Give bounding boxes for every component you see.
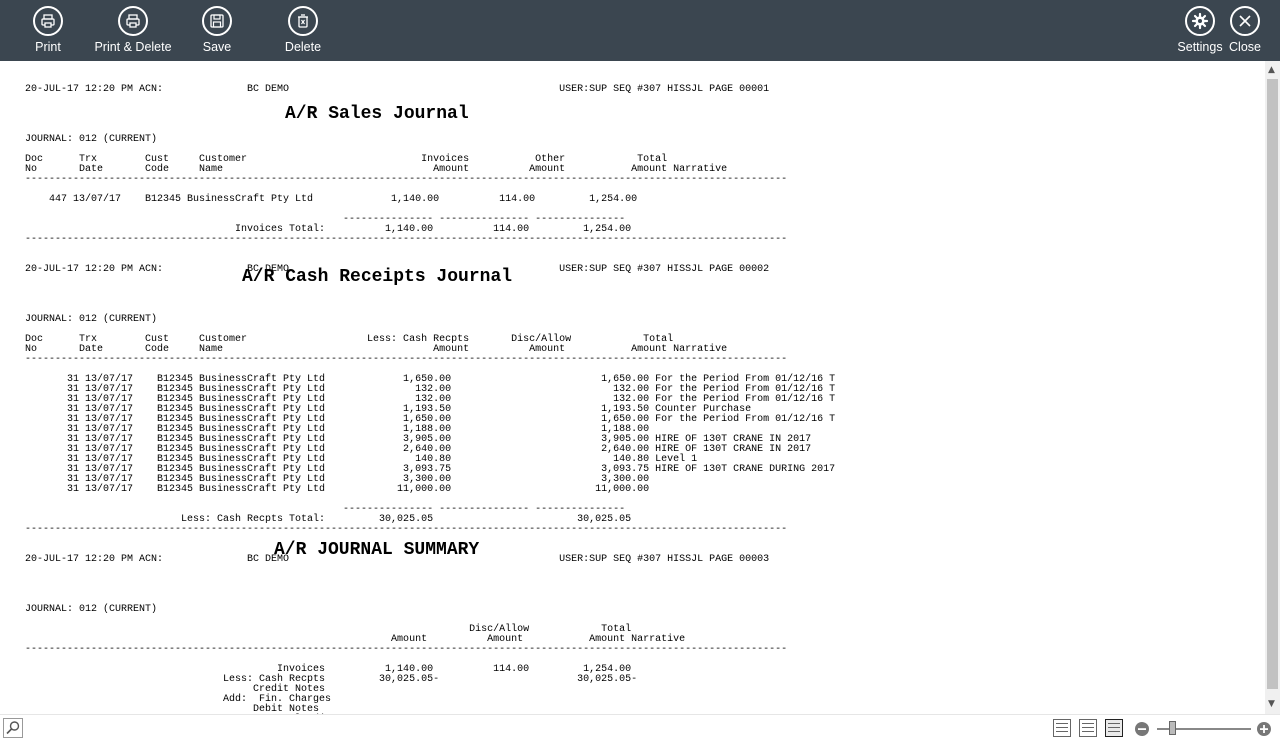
report-text: 20-JUL-17 12:20 PM ACN: BC DEMO USER:SUP… xyxy=(25,84,836,715)
two-page-view-icon[interactable] xyxy=(1079,719,1097,737)
delete-button[interactable]: Delete xyxy=(278,0,328,61)
close-icon xyxy=(1230,6,1260,36)
status-bar xyxy=(0,714,1280,743)
print-label: Print xyxy=(35,40,61,54)
print-delete-button[interactable]: Print & Delete xyxy=(92,0,174,61)
scrollbar-thumb[interactable] xyxy=(1267,79,1278,689)
zoom-slider-thumb[interactable] xyxy=(1169,721,1176,735)
sales-journal-title: A/R Sales Journal xyxy=(285,104,469,124)
report-viewer: 20-JUL-17 12:20 PM ACN: BC DEMO USER:SUP… xyxy=(0,61,1265,714)
floppy-disk-icon xyxy=(202,6,232,36)
delete-label: Delete xyxy=(284,40,322,54)
save-label: Save xyxy=(202,40,232,54)
cash-receipts-journal-title: A/R Cash Receipts Journal xyxy=(242,267,513,287)
settings-button[interactable]: Settings xyxy=(1174,0,1226,61)
zoom-out-icon[interactable] xyxy=(1133,720,1151,738)
single-page-view-icon[interactable] xyxy=(1053,719,1071,737)
printer-icon xyxy=(33,6,63,36)
print-delete-label: Print & Delete xyxy=(94,40,172,54)
journal-summary-title: A/R JOURNAL SUMMARY xyxy=(274,540,480,560)
close-button[interactable]: Close xyxy=(1227,0,1263,61)
zoom-in-icon[interactable] xyxy=(1255,720,1273,738)
close-label: Close xyxy=(1229,40,1261,54)
settings-label: Settings xyxy=(1177,40,1223,54)
trash-icon xyxy=(288,6,318,36)
scroll-down-icon[interactable]: ▼ xyxy=(1268,698,1275,710)
scroll-up-icon[interactable]: ▲ xyxy=(1268,64,1275,76)
search-button[interactable] xyxy=(3,718,23,738)
toolbar: Print Print & Delete Save Delete Setting… xyxy=(0,0,1280,61)
gear-icon xyxy=(1185,6,1215,36)
vertical-scrollbar[interactable]: ▲ ▼ xyxy=(1265,61,1280,714)
search-icon xyxy=(6,721,20,735)
save-button[interactable]: Save xyxy=(192,0,242,61)
printer-delete-icon xyxy=(118,6,148,36)
print-button[interactable]: Print xyxy=(22,0,74,61)
page-width-view-icon[interactable] xyxy=(1105,719,1123,737)
